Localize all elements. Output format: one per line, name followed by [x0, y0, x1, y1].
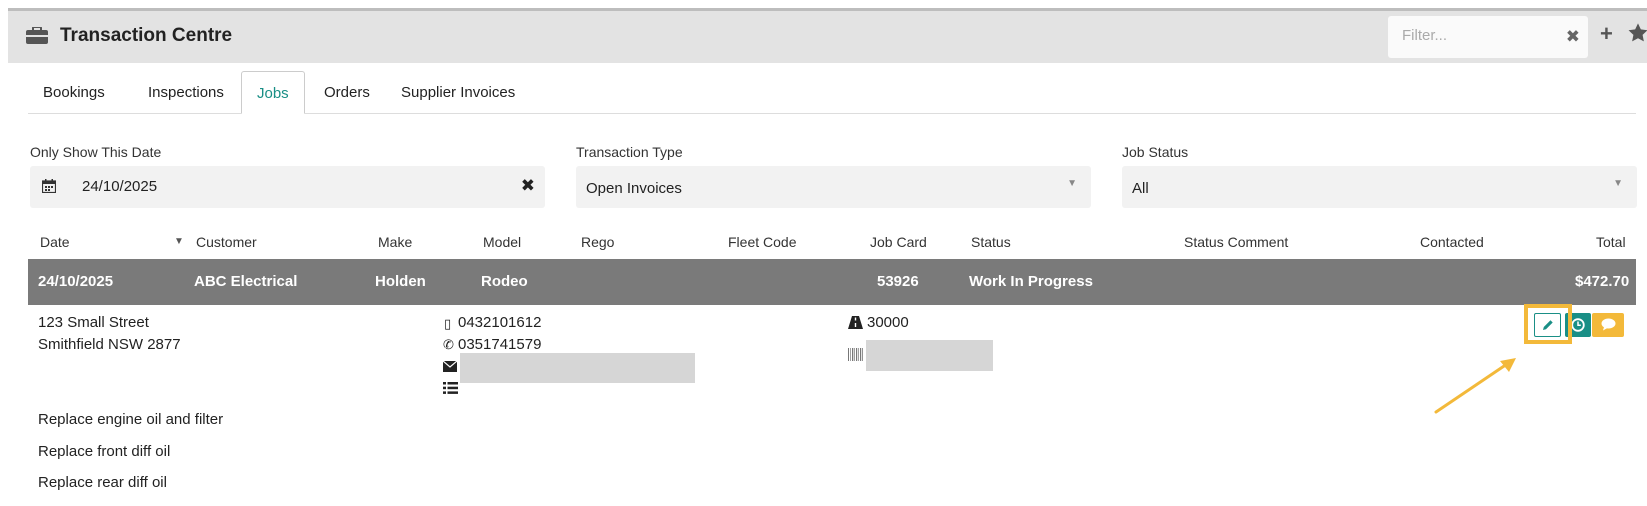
column-header-total[interactable]: Total	[1596, 234, 1626, 250]
close-icon[interactable]: ✖	[1566, 27, 1580, 47]
filter-input[interactable]	[1402, 27, 1552, 44]
tab-supplier-invoices[interactable]: Supplier Invoices	[386, 71, 530, 114]
column-header-contacted[interactable]: Contacted	[1420, 234, 1484, 250]
envelope-icon	[443, 361, 457, 372]
tab-bookings[interactable]: Bookings	[28, 71, 120, 114]
transaction-type-value: Open Invoices	[586, 180, 682, 197]
column-header-model[interactable]: Model	[483, 234, 521, 250]
phone-icon: ✆	[443, 337, 454, 352]
column-header-job-card[interactable]: Job Card	[870, 234, 927, 250]
transaction-type-select[interactable]: Open Invoices ▼	[576, 166, 1091, 208]
job-status-label: Job Status	[1122, 144, 1189, 160]
row-model: Rodeo	[481, 273, 528, 290]
comment-icon	[1601, 318, 1616, 331]
column-header-status[interactable]: Status	[971, 234, 1011, 250]
transaction-type-label: Transaction Type	[576, 144, 683, 160]
row-date: 24/10/2025	[38, 273, 114, 290]
tab-jobs[interactable]: Jobs	[241, 71, 305, 114]
list-icon	[443, 382, 458, 394]
barcode-icon	[848, 348, 863, 361]
date-filter-value: 24/10/2025	[82, 178, 158, 195]
tab-inspections[interactable]: Inspections	[133, 71, 239, 114]
plus-icon[interactable]: +	[1600, 21, 1613, 47]
row-total: $472.70	[1575, 273, 1630, 290]
panel-header: Transaction Centre ✖ +	[8, 11, 1647, 63]
highlight-box	[1524, 304, 1572, 344]
page-title: Transaction Centre	[60, 25, 233, 46]
column-header-customer[interactable]: Customer	[196, 234, 257, 250]
date-filter-label: Only Show This Date	[30, 144, 162, 160]
email-redacted	[460, 353, 695, 383]
address-line-1: 123 Small Street	[38, 314, 149, 331]
row-job-card: 53926	[877, 273, 919, 290]
column-header-make[interactable]: Make	[378, 234, 412, 250]
odometer-value: 30000	[867, 314, 909, 331]
mobile-icon: ▯	[444, 316, 452, 331]
job-status-select[interactable]: All ▼	[1122, 166, 1637, 208]
filter-field[interactable]: ✖	[1388, 16, 1588, 58]
task-item: Replace engine oil and filter	[38, 411, 224, 428]
row-make: Holden	[375, 273, 426, 290]
calendar-icon	[42, 179, 56, 193]
column-header-date[interactable]: Date	[40, 234, 70, 250]
arrow-annotation	[1434, 358, 1516, 414]
column-header-status-comment[interactable]: Status Comment	[1184, 234, 1288, 250]
tab-bar: Bookings Inspections Jobs Orders Supplie…	[28, 71, 1636, 114]
column-header-rego[interactable]: Rego	[581, 234, 614, 250]
caret-down-icon: ▼	[1067, 178, 1077, 189]
address-line-2: Smithfield NSW 2877	[38, 336, 181, 353]
row-status: Work In Progress	[969, 273, 1093, 290]
briefcase-icon	[26, 27, 48, 44]
tab-orders[interactable]: Orders	[309, 71, 385, 114]
row-customer: ABC Electrical	[194, 273, 298, 290]
close-icon[interactable]: ✖	[521, 176, 535, 196]
table-row[interactable]: 24/10/2025 ABC Electrical Holden Rodeo 5…	[28, 259, 1636, 305]
job-status-value: All	[1132, 180, 1149, 197]
road-icon	[848, 316, 863, 329]
clock-icon	[1571, 318, 1585, 332]
caret-down-icon: ▼	[1613, 178, 1623, 189]
comment-button[interactable]	[1592, 313, 1624, 337]
star-icon[interactable]	[1627, 22, 1647, 44]
barcode-redacted	[866, 340, 993, 371]
phone-number[interactable]: 0351741579	[458, 336, 541, 353]
mobile-number[interactable]: 0432101612	[458, 314, 541, 331]
date-filter[interactable]: 24/10/2025 ✖	[30, 166, 545, 208]
task-item: Replace rear diff oil	[38, 474, 167, 491]
task-item: Replace front diff oil	[38, 443, 171, 460]
sort-caret-icon[interactable]: ▼	[174, 236, 184, 247]
column-header-fleet-code[interactable]: Fleet Code	[728, 234, 796, 250]
